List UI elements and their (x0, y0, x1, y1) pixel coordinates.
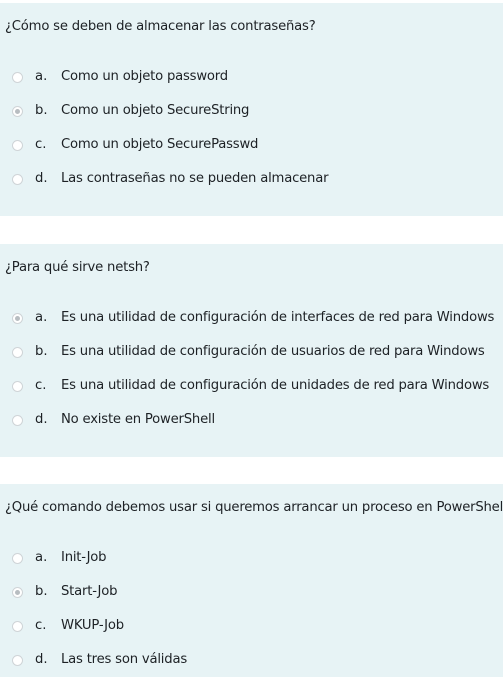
answer-letter: a. (35, 550, 48, 565)
radio-button[interactable] (12, 72, 23, 83)
radio-button[interactable] (12, 415, 23, 426)
radio-button[interactable] (12, 655, 23, 666)
answer-letter: b. (35, 344, 48, 359)
radio-button[interactable] (12, 140, 23, 151)
answer-letter: b. (35, 103, 48, 118)
answer-letter: d. (35, 171, 48, 186)
answer-text: Las tres son válidas (61, 652, 187, 667)
answer-letter: a. (35, 69, 48, 84)
answer-text: WKUP-Job (61, 618, 124, 633)
radio-button[interactable] (12, 106, 23, 117)
answer-text: Es una utilidad de configuración de unid… (61, 378, 490, 393)
answer-option-d[interactable]: d. Las contraseñas no se pueden almacena… (0, 171, 503, 191)
answer-option-d[interactable]: d. No existe en PowerShell (0, 412, 503, 432)
radio-button[interactable] (12, 381, 23, 392)
answer-letter: b. (35, 584, 48, 599)
answer-option-c[interactable]: c. Como un objeto SecurePasswd (0, 137, 503, 157)
answer-text: Como un objeto password (61, 69, 228, 84)
radio-button[interactable] (12, 174, 23, 185)
answer-option-c[interactable]: c. WKUP-Job (0, 618, 503, 638)
radio-button[interactable] (12, 313, 23, 324)
answer-text: Las contraseñas no se pueden almacenar (61, 171, 329, 186)
answer-option-a[interactable]: a. Como un objeto password (0, 69, 503, 89)
answer-text: No existe en PowerShell (61, 412, 215, 427)
answer-option-d[interactable]: d. Las tres son válidas (0, 652, 503, 672)
answer-letter: c. (35, 378, 47, 393)
radio-button[interactable] (12, 553, 23, 564)
question-text: ¿Qué comando debemos usar si queremos ar… (5, 500, 503, 515)
answer-letter: c. (35, 137, 47, 152)
answer-text: Start-Job (61, 584, 118, 599)
answer-text: Es una utilidad de configuración de inte… (61, 310, 495, 325)
answer-option-c[interactable]: c. Es una utilidad de configuración de u… (0, 378, 503, 398)
answer-option-b[interactable]: b. Como un objeto SecureString (0, 103, 503, 123)
answer-option-a[interactable]: a. Init-Job (0, 550, 503, 570)
answer-text: Es una utilidad de configuración de usua… (61, 344, 485, 359)
answer-text: Como un objeto SecureString (61, 103, 250, 118)
radio-button[interactable] (12, 621, 23, 632)
answer-letter: d. (35, 412, 48, 427)
answer-letter: a. (35, 310, 48, 325)
question-text: ¿Para qué sirve netsh? (5, 260, 150, 275)
radio-button[interactable] (12, 587, 23, 598)
question-3: ¿Qué comando debemos usar si queremos ar… (0, 484, 503, 677)
answer-letter: d. (35, 652, 48, 667)
question-2: ¿Para qué sirve netsh? a. Es una utilida… (0, 244, 503, 457)
answer-option-a[interactable]: a. Es una utilidad de configuración de i… (0, 310, 503, 330)
answer-option-b[interactable]: b. Start-Job (0, 584, 503, 604)
question-text: ¿Cómo se deben de almacenar las contrase… (5, 19, 316, 34)
answer-text: Init-Job (61, 550, 107, 565)
question-1: ¿Cómo se deben de almacenar las contrase… (0, 3, 503, 216)
answer-text: Como un objeto SecurePasswd (61, 137, 259, 152)
answer-letter: c. (35, 618, 47, 633)
radio-button[interactable] (12, 347, 23, 358)
answer-option-b[interactable]: b. Es una utilidad de configuración de u… (0, 344, 503, 364)
